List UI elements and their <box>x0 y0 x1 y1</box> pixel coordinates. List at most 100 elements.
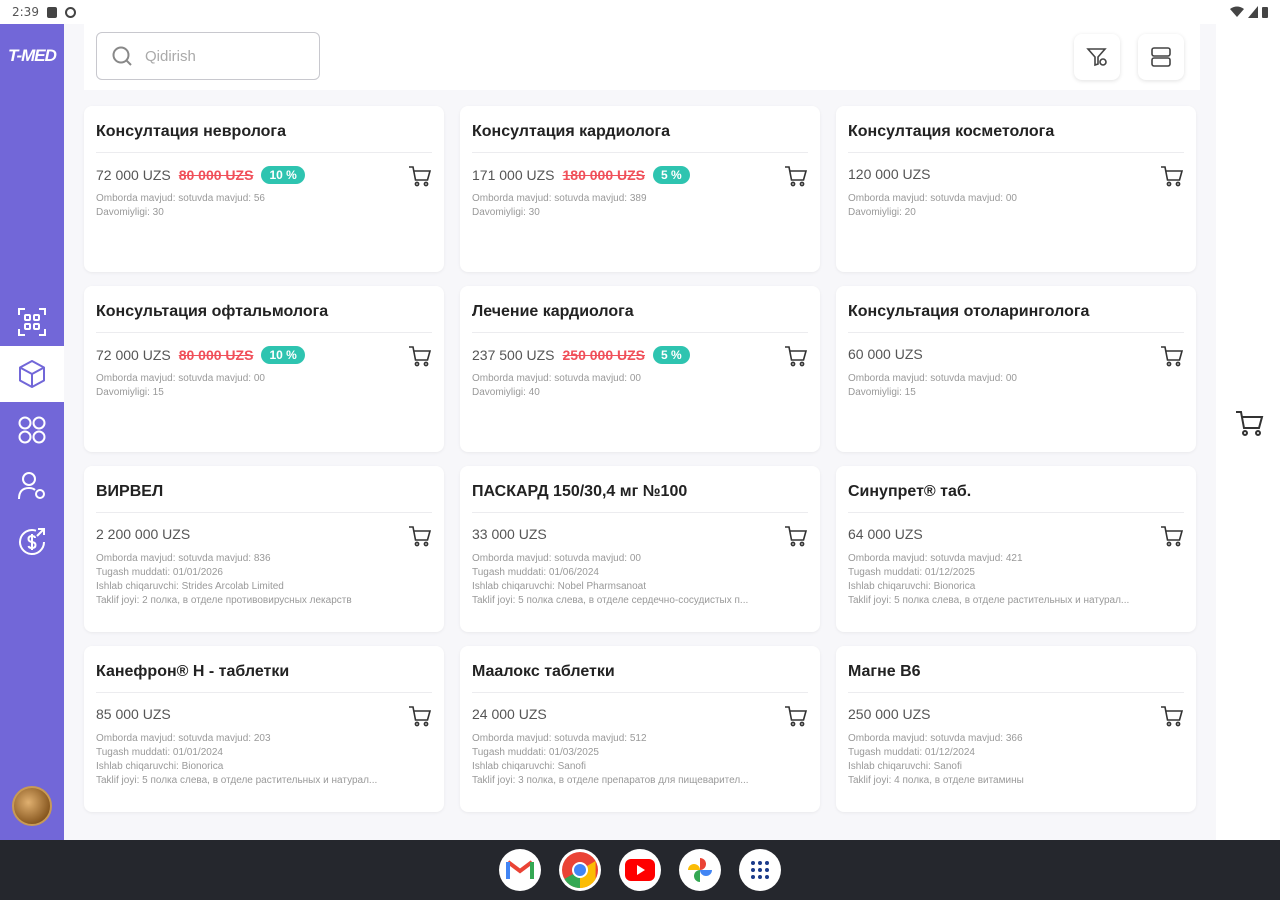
photos-app[interactable] <box>679 849 721 891</box>
add-to-cart-icon[interactable] <box>408 524 432 548</box>
card-divider <box>848 152 1184 153</box>
product-card[interactable]: ПАСКАРД 150/30,4 мг №100 33 000 UZS Ombord… <box>460 466 820 632</box>
product-title: Консултация косметолога <box>848 123 1055 140</box>
view-toggle-button[interactable] <box>1138 34 1184 80</box>
product-price: 250 000 UZS <box>848 706 931 722</box>
sync-icon <box>64 6 76 18</box>
product-card[interactable]: Лечение кардиолога 237 500 UZS 250 000 UZS… <box>460 286 820 452</box>
youtube-app[interactable] <box>619 849 661 891</box>
product-meta-line: Davomiyligi: 20 <box>848 207 916 218</box>
product-card[interactable]: Консултация невролога 72 000 UZS 80 000 UZ… <box>84 106 444 272</box>
app-logo: T-MED <box>8 46 57 65</box>
old-price: 80 000 UZS <box>178 167 254 183</box>
add-to-cart-icon[interactable] <box>1160 344 1184 368</box>
card-divider <box>96 512 432 513</box>
card-divider <box>472 692 808 693</box>
price-row: 72 000 UZS 80 000 UZS 10 % <box>96 346 305 364</box>
product-meta-line: Taklif joyi: 2 полка, в отделе противови… <box>96 595 352 606</box>
main-content: Консултация невролога 72 000 UZS 80 000 UZ… <box>64 24 1216 840</box>
sidebar-item-users[interactable] <box>0 458 64 514</box>
card-divider <box>848 332 1184 333</box>
filter-button[interactable] <box>1074 34 1120 80</box>
product-price: 72 000 UZS <box>96 167 171 183</box>
product-card[interactable]: Консультация офтальмолога 72 000 UZS 80 00… <box>84 286 444 452</box>
chrome-app[interactable] <box>559 849 601 891</box>
product-title: Канефрон® Н - таблетки <box>96 663 290 680</box>
product-price: 72 000 UZS <box>96 347 171 363</box>
product-meta: Omborda mavjud: sotuvda mavjud: 389 Davom… <box>472 192 802 220</box>
product-meta: Omborda mavjud: sotuvda mavjud: 00 Davomi… <box>96 372 426 400</box>
user-avatar[interactable] <box>12 786 52 826</box>
discount-badge: 5 % <box>653 166 690 184</box>
status-bar: 2:39 <box>0 0 1280 24</box>
add-to-cart-icon[interactable] <box>1160 524 1184 548</box>
product-title: Консултация кардиолога <box>472 123 671 140</box>
app-drawer[interactable] <box>739 849 781 891</box>
add-to-cart-icon[interactable] <box>408 164 432 188</box>
product-meta-line: Omborda mavjud: sotuvda mavjud: 00 <box>848 373 1017 384</box>
add-to-cart-icon[interactable] <box>1160 164 1184 188</box>
product-meta-line: Ishlab chiqaruvchi: Sanofi <box>472 761 586 772</box>
product-card[interactable]: Канефрон® Н - таблетки 85 000 UZS Omborda … <box>84 646 444 812</box>
cart-icon[interactable] <box>1234 408 1264 438</box>
product-title: Синупрет® таб. <box>848 483 972 500</box>
product-meta-line: Taklif joyi: 4 полка, в отделе витамины <box>848 775 1024 786</box>
product-meta-line: Ishlab chiqaruvchi: Bionorica <box>848 581 976 592</box>
product-title: Консультация отоларинголога <box>848 303 1090 320</box>
product-meta-line: Ishlab chiqaruvchi: Sanofi <box>848 761 962 772</box>
price-row: 171 000 UZS 180 000 UZS 5 % <box>472 166 690 184</box>
add-to-cart-icon[interactable] <box>784 164 808 188</box>
product-meta: Omborda mavjud: sotuvda mavjud: 00 Davomi… <box>848 192 1178 220</box>
sidebar: T-MED <box>0 24 64 840</box>
add-to-cart-icon[interactable] <box>408 704 432 728</box>
product-card[interactable]: Магне B6 250 000 UZS Omborda mavjud: sotuv… <box>836 646 1196 812</box>
add-to-cart-icon[interactable] <box>784 524 808 548</box>
product-meta-line: Tugash muddati: 01/12/2024 <box>848 747 975 758</box>
search-box[interactable] <box>96 32 320 80</box>
apps-icon <box>18 416 46 444</box>
product-meta-line: Omborda mavjud: sotuvda mavjud: 366 <box>848 733 1023 744</box>
old-price: 180 000 UZS <box>562 167 646 183</box>
product-meta: Omborda mavjud: sotuvda mavjud: 512 Tugas… <box>472 732 802 788</box>
sidebar-item-products[interactable] <box>0 346 64 402</box>
product-meta-line: Taklif joyi: 5 полка слева, в отделе рас… <box>848 595 1130 606</box>
product-price: 60 000 UZS <box>848 346 923 362</box>
product-title: Лечение кардиолога <box>472 303 634 320</box>
price-row: 2 200 000 UZS <box>96 526 190 542</box>
product-meta: Omborda mavjud: sotuvda mavjud: 203 Tugas… <box>96 732 426 788</box>
chrome-icon <box>562 852 598 888</box>
product-meta-line: Taklif joyi: 3 полка, в отделе препарато… <box>472 775 749 786</box>
product-meta-line: Omborda mavjud: sotuvda mavjud: 00 <box>96 373 265 384</box>
battery-saver-icon <box>46 6 57 18</box>
status-time: 2:39 <box>12 5 39 19</box>
product-card[interactable]: Консултация кардиолога 171 000 UZS 180 000… <box>460 106 820 272</box>
discount-badge: 10 % <box>261 346 305 364</box>
price-row: 24 000 UZS <box>472 706 547 722</box>
product-card[interactable]: Синупрет® таб. 64 000 UZS Omborda mavjud: … <box>836 466 1196 632</box>
discount-badge: 10 % <box>261 166 305 184</box>
product-card[interactable]: ВИРВЕЛ 2 200 000 UZS Omborda mavjud: sotuv… <box>84 466 444 632</box>
product-card[interactable]: Консультация отоларинголога 60 000 UZS Omb… <box>836 286 1196 452</box>
sidebar-item-finance[interactable] <box>0 514 64 570</box>
add-to-cart-icon[interactable] <box>784 344 808 368</box>
card-divider <box>96 152 432 153</box>
product-meta-line: Omborda mavjud: sotuvda mavjud: 00 <box>848 193 1017 204</box>
product-title: Маалокс таблетки <box>472 663 615 680</box>
product-price: 120 000 UZS <box>848 166 931 182</box>
discount-badge: 5 % <box>653 346 690 364</box>
product-price: 33 000 UZS <box>472 526 547 542</box>
product-price: 171 000 UZS <box>472 167 555 183</box>
add-to-cart-icon[interactable] <box>1160 704 1184 728</box>
product-card[interactable]: Консултация косметолога 120 000 UZS Ombord… <box>836 106 1196 272</box>
product-meta-line: Omborda mavjud: sotuvda mavjud: 00 <box>472 553 641 564</box>
scan-icon <box>18 308 46 336</box>
add-to-cart-icon[interactable] <box>784 704 808 728</box>
add-to-cart-icon[interactable] <box>408 344 432 368</box>
product-meta-line: Ishlab chiqaruvchi: Nobel Pharmsanoat <box>472 581 646 592</box>
product-price: 237 500 UZS <box>472 347 555 363</box>
product-card[interactable]: Маалокс таблетки 24 000 UZS Omborda mavjud… <box>460 646 820 812</box>
sidebar-item-scan[interactable] <box>0 294 64 350</box>
sidebar-item-apps[interactable] <box>0 402 64 458</box>
gmail-app[interactable] <box>499 849 541 891</box>
search-input[interactable] <box>145 47 295 65</box>
